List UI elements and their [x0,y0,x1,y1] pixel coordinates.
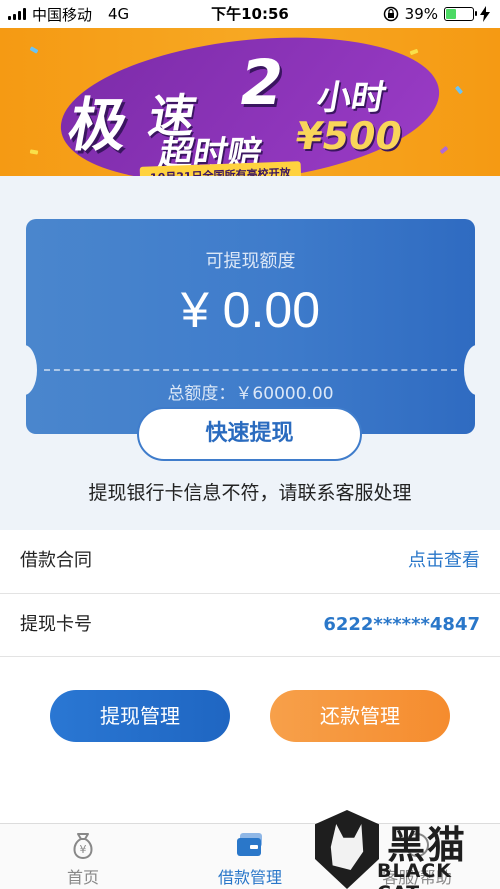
confetti-2 [409,48,419,56]
status-bar: 中国移动 4G 下午10:56 39% [0,0,500,28]
view-contract-link[interactable]: 点击查看 [408,530,480,592]
withdraw-card-area: 可提现额度 ¥ 0.00 总额度：￥60000.00 [0,176,500,530]
watermark-logo: 黑猫 BLACK CAT [315,810,500,889]
cat-shield-icon [315,810,379,889]
available-label: 可提现额度 [205,251,296,272]
tab-home[interactable]: ¥ 首页 [0,824,166,889]
tab-label-loan: 借款管理 [217,868,282,887]
quick-withdraw-button[interactable]: 快速提现 [137,407,362,461]
battery-fill [446,9,457,19]
status-right: 39% [383,0,490,28]
svg-text:¥: ¥ [80,843,87,856]
repay-manage-button[interactable]: 还款管理 [270,690,450,742]
confetti-3 [454,85,464,95]
cards-icon [237,833,262,856]
rotation-lock-icon [383,6,398,22]
card-number-row: 提现卡号 6222******4847 [0,594,500,656]
row-label-contract: 借款合同 [20,550,92,571]
withdraw-manage-button[interactable]: 提现管理 [50,690,230,742]
tab-label-home: 首页 [66,868,99,887]
banner-amount: ¥500 [292,114,406,158]
battery-icon [444,7,477,21]
confetti-1 [29,46,39,54]
battery-percent: 39% [404,5,438,23]
loan-contract-row[interactable]: 借款合同 点击查看 [0,530,500,592]
row-divider [0,656,500,657]
card-mismatch-notice: 提现银行卡信息不符，请联系客服处理 [88,482,412,504]
confetti-5 [439,145,449,155]
charging-icon [480,6,490,22]
row-label-card: 提现卡号 [20,614,92,635]
card-number-value: 6222******4847 [323,614,480,635]
banner-unit: 小时 [313,78,389,118]
available-amount: ¥ 0.00 [180,282,320,338]
withdraw-ticket: 可提现额度 ¥ 0.00 总额度：￥60000.00 [26,219,475,434]
tab-loan-manage[interactable]: 借款管理 [167,824,333,889]
total-quota: 总额度：￥60000.00 [167,384,334,404]
money-bag-icon: ¥ [73,833,93,859]
watermark-en: BLACK CAT [377,860,452,889]
confetti-4 [29,149,39,155]
ticket-divider [44,369,457,371]
promo-banner[interactable]: 极 速 2 小时 超时赔 ¥500 10月21日全国所有高校开放 [0,28,500,176]
